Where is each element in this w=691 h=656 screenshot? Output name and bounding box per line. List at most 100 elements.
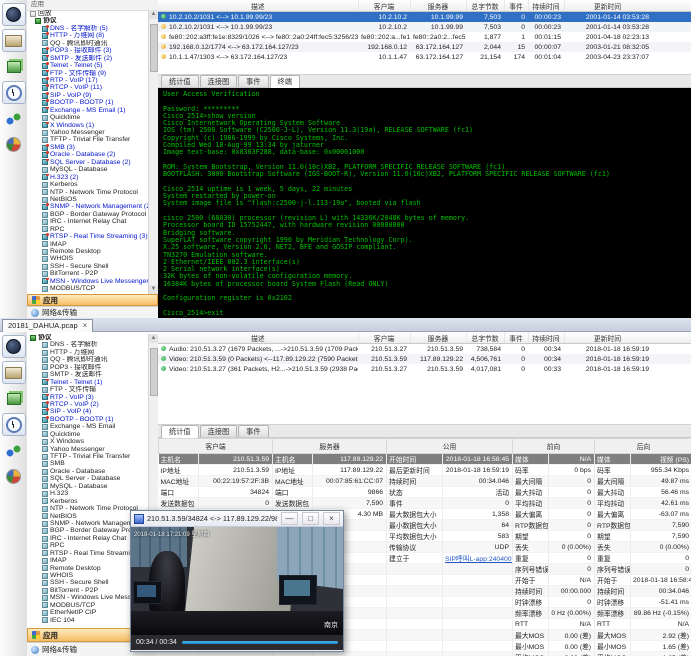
pie-chart-icon[interactable] bbox=[2, 133, 26, 156]
column-header[interactable]: 服务器 bbox=[410, 0, 466, 12]
scrollbar-thumb[interactable] bbox=[150, 24, 158, 72]
tree-item[interactable]: MySQL - Database bbox=[27, 166, 149, 173]
tree-item[interactable]: SIP - VoIP (9) bbox=[27, 92, 149, 99]
tree-item[interactable]: SMB bbox=[27, 460, 149, 467]
tree-item[interactable]: FTP - 文件传输 bbox=[27, 386, 149, 393]
detail-tab[interactable]: 连接图 bbox=[200, 425, 238, 437]
tree-item[interactable]: MySQL - Database bbox=[27, 483, 149, 490]
tree-item[interactable]: BOOTP - BOOTP (1) bbox=[27, 416, 149, 423]
pcap-file-tab[interactable]: 20181_DAHUA.pcap × bbox=[2, 319, 93, 332]
session-row[interactable]: 10.2.10.2/1031 <--> 10.1.99.99/23 10.2.1… bbox=[158, 22, 691, 32]
column-header[interactable]: 描述 bbox=[158, 332, 358, 344]
tree-item[interactable]: MSN - Windows Live Messenger (1) bbox=[27, 278, 149, 285]
tree-item[interactable]: IRC - Internet Relay Chat bbox=[27, 218, 149, 225]
sidebar-section-application[interactable]: 应用 bbox=[27, 294, 158, 306]
tree-item[interactable]: WHOIS bbox=[27, 255, 149, 262]
tree-item[interactable]: POP3 - 接收邮件 (3) bbox=[27, 47, 149, 54]
tree-item[interactable]: IMAP bbox=[27, 241, 149, 248]
tree-item[interactable]: SIP - VoIP (4) bbox=[27, 408, 149, 415]
endpoints-icon[interactable] bbox=[2, 439, 26, 462]
stats-row[interactable]: IP地址 210.51.3.59 IP地址 117.89.129.22 最后更新… bbox=[159, 465, 691, 476]
tree-item[interactable]: H.323 (2) bbox=[27, 174, 149, 181]
stats-row[interactable]: MAC地址 00:22:19:57:2F:3B MAC地址 00:07:85:6… bbox=[159, 476, 691, 487]
column-header[interactable]: 事件 bbox=[504, 332, 528, 344]
tree-item[interactable]: SQL Server - Database (2) bbox=[27, 159, 149, 166]
tree-item[interactable]: Yahoo Messenger bbox=[27, 446, 149, 453]
tree-item[interactable]: RTSP - Real Time Streaming (3) bbox=[27, 233, 149, 240]
detail-tab[interactable]: 事件 bbox=[238, 75, 268, 87]
tree-item[interactable]: SMB (3) bbox=[27, 144, 149, 151]
scrollbar-thumb[interactable] bbox=[150, 348, 158, 396]
tree-item[interactable]: SMTP - 发送邮件 bbox=[27, 371, 149, 378]
maximize-button[interactable]: □ bbox=[302, 512, 319, 525]
stream-row[interactable]: Video: 210.51.3.59 (0 Packets) <--117.89… bbox=[158, 354, 691, 364]
tree-item[interactable]: FTP - 文件传输 (9) bbox=[27, 70, 149, 77]
close-icon[interactable]: × bbox=[83, 322, 88, 330]
stats-row[interactable]: 发送数据包 0 发送数据包 7,590 事件 0 平均抖动 0 平均抖动 42.… bbox=[159, 498, 691, 509]
scroll-down-icon[interactable]: ▼ bbox=[149, 285, 158, 294]
column-header[interactable]: 客户端 bbox=[358, 332, 410, 344]
stream-row[interactable]: Audio: 210.51.3.27 (1679 Packets, ...->2… bbox=[158, 344, 691, 355]
scroll-up-icon[interactable]: ▲ bbox=[149, 334, 158, 343]
column-header[interactable]: 客户端 bbox=[358, 0, 410, 12]
dashboard-icon[interactable] bbox=[2, 3, 26, 26]
endpoints-icon[interactable] bbox=[2, 107, 26, 130]
tree-item[interactable]: SQL Server - Database bbox=[27, 475, 149, 482]
close-button[interactable]: × bbox=[323, 512, 340, 525]
video-window-titlebar[interactable]: 210.51.3.59/34824 <-> 117.89.129.22/9866… bbox=[131, 511, 343, 527]
tree-item[interactable]: NTP - Network Time Protocol bbox=[27, 189, 149, 196]
detail-tab[interactable]: 统计值 bbox=[161, 425, 199, 438]
column-header[interactable]: 事件 bbox=[504, 0, 528, 12]
tree-item[interactable]: X Windows bbox=[27, 438, 149, 445]
column-header[interactable]: 总字节数 bbox=[466, 0, 504, 12]
tree-item[interactable]: TFTP - Trivial File Transfer bbox=[27, 453, 149, 460]
session-row[interactable]: fe80::202:a3ff:fe1e:8329/1026 <--> fe80:… bbox=[158, 32, 691, 42]
tree-item[interactable]: Oracle - Database bbox=[27, 468, 149, 475]
stats-row[interactable]: 主机名 210.51.3.59 主机名 117.89.129.22 开始时间 2… bbox=[159, 454, 691, 465]
tree-item[interactable]: Yahoo Messenger bbox=[27, 129, 149, 136]
log-icon[interactable] bbox=[2, 361, 26, 384]
tree-item[interactable]: H.323 bbox=[27, 490, 149, 497]
video-progress-bar[interactable] bbox=[182, 641, 338, 644]
column-header[interactable]: 更新时间 bbox=[564, 332, 691, 344]
scroll-up-icon[interactable]: ▲ bbox=[149, 10, 158, 19]
tree-item[interactable]: Kerberos bbox=[27, 498, 149, 505]
tree-item[interactable]: RTCP - VoIP (11) bbox=[27, 84, 149, 91]
session-row[interactable]: 192.168.0.12/1774 <--> 63.172.164.127/23… bbox=[158, 42, 691, 52]
sidebar-section-network-transport[interactable]: 网络&传输 bbox=[27, 306, 158, 318]
detail-tab[interactable]: 统计值 bbox=[161, 75, 199, 87]
tree-item[interactable]: RTCP - VoIP (2) bbox=[27, 401, 149, 408]
tree-item[interactable]: BOOTP - BOOTP (1) bbox=[27, 99, 149, 106]
tree-item[interactable]: Quicktime bbox=[27, 431, 149, 438]
column-header[interactable]: 持续时间 bbox=[528, 0, 564, 12]
tree-item[interactable]: NetBIOS bbox=[27, 196, 149, 203]
tree-item[interactable]: SSH - Secure Shell bbox=[27, 263, 149, 270]
stats-row[interactable]: 平均MOS 0.00 (差) 平均MOS 1.85 (差) bbox=[159, 652, 691, 656]
stats-row[interactable]: 端口 34824 端口 9866 状态 活动 最大抖动 0 最大抖动 56.46… bbox=[159, 487, 691, 498]
stream-row[interactable]: Video: 210.51.3.27 (361 Packets, H2...->… bbox=[158, 364, 691, 374]
tree-item[interactable]: RTP - VoIP (3) bbox=[27, 394, 149, 401]
tree-item[interactable]: 回放 bbox=[27, 10, 149, 17]
tree-item[interactable]: MODBUS/TCP bbox=[27, 285, 149, 292]
tree-item[interactable]: X Windows (1) bbox=[27, 122, 149, 129]
tree-item[interactable]: RPC bbox=[27, 226, 149, 233]
column-header[interactable]: 总字节数 bbox=[466, 332, 504, 344]
tree-item[interactable]: HTTP - 万维网 bbox=[27, 349, 149, 356]
tree-item[interactable]: POP3 - 接收邮件 bbox=[27, 364, 149, 371]
packets-icon[interactable] bbox=[2, 55, 26, 78]
tree-item[interactable]: Telnet - Telnet (1) bbox=[27, 379, 149, 386]
column-header[interactable]: 服务器 bbox=[410, 332, 466, 344]
tree-item[interactable]: DNS - 名字解析 (5) bbox=[27, 25, 149, 32]
tree-item[interactable]: Kerberos bbox=[27, 181, 149, 188]
tree-item[interactable]: 协议 bbox=[27, 17, 149, 24]
tree-item[interactable]: BitTorrent - P2P bbox=[27, 270, 149, 277]
column-header[interactable]: 描述 bbox=[158, 0, 358, 12]
session-row[interactable]: 10.1.1.47/1303 <--> 63.172.164.127/23 10… bbox=[158, 52, 691, 62]
tree-item[interactable]: Oracle - Database (2) bbox=[27, 151, 149, 158]
log-icon[interactable] bbox=[2, 29, 26, 52]
detail-tab[interactable]: 连接图 bbox=[200, 75, 238, 87]
clock-icon[interactable] bbox=[2, 81, 26, 104]
sidebar-scrollbar[interactable]: ▲ ▼ bbox=[148, 10, 158, 294]
tree-item[interactable]: QQ - 腾讯即时通讯 bbox=[27, 40, 149, 47]
dashboard-icon[interactable] bbox=[2, 335, 26, 358]
